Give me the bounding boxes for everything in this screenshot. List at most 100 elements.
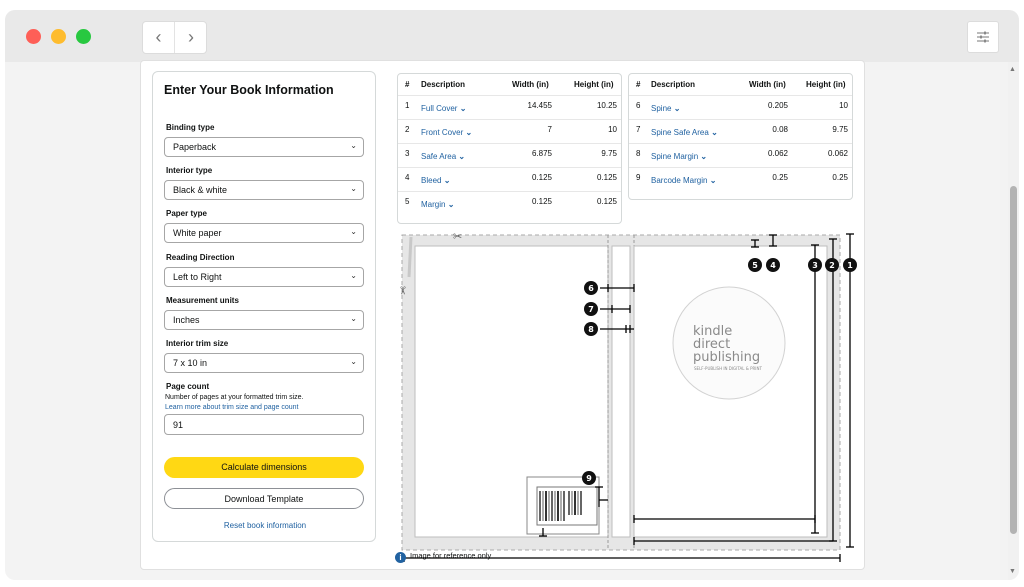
binding-type-value: Paperback — [173, 142, 217, 152]
row-number: 2 — [405, 125, 410, 134]
col-number-header: # — [405, 80, 410, 89]
form-title: Enter Your Book Information — [164, 83, 334, 97]
forward-button[interactable]: › — [175, 22, 207, 53]
row-width: 7 — [547, 125, 552, 134]
chevron-down-icon: ⌄ — [458, 152, 466, 161]
row-height: 10 — [839, 101, 848, 110]
paper-type-label: Paper type — [166, 209, 207, 218]
page-count-label: Page count — [166, 382, 210, 391]
scrollbar-thumb[interactable] — [1010, 186, 1017, 534]
paper-type-select[interactable]: White paper ⌄ — [164, 223, 364, 243]
row-description: Safe Area — [421, 152, 457, 161]
row-description: Spine Margin — [651, 152, 699, 161]
minimize-window-button[interactable] — [51, 29, 66, 44]
row-description: Barcode Margin — [651, 176, 708, 185]
back-button[interactable]: ‹ — [143, 22, 175, 53]
logo-line-3: publishing — [693, 350, 760, 365]
table-row: 8 Spine Margin ⌄ 0.062 0.062 — [629, 143, 852, 167]
binding-type-select[interactable]: Paperback ⌄ — [164, 137, 364, 157]
col-number-header: # — [636, 80, 641, 89]
chevron-down-icon: ⌄ — [700, 152, 708, 161]
marker-4-label: 4 — [770, 261, 776, 270]
chevron-down-icon: ⌄ — [443, 176, 451, 185]
reset-book-info-link[interactable]: Reset book information — [153, 521, 377, 530]
row-description-dropdown[interactable]: Margin ⌄ — [421, 200, 454, 209]
row-description-dropdown[interactable]: Spine Safe Area ⌄ — [651, 128, 718, 137]
row-height: 9.75 — [601, 149, 617, 158]
binding-type-label: Binding type — [166, 123, 215, 132]
row-width: 6.875 — [531, 149, 552, 158]
row-description-dropdown[interactable]: Spine Margin ⌄ — [651, 152, 707, 161]
col-width-header: Width (in) — [749, 80, 786, 89]
chevron-down-icon: ⌄ — [350, 227, 357, 236]
marker-5-label: 5 — [752, 261, 758, 270]
row-description-dropdown[interactable]: Safe Area ⌄ — [421, 152, 465, 161]
row-number: 1 — [405, 101, 410, 110]
row-number: 6 — [636, 101, 641, 110]
close-window-button[interactable] — [26, 29, 41, 44]
measurement-units-label: Measurement units — [166, 296, 239, 305]
trim-size-label: Interior trim size — [166, 339, 229, 348]
table-row: 3 Safe Area ⌄ 6.875 9.75 — [398, 143, 621, 167]
row-number: 9 — [636, 173, 641, 182]
reading-direction-label: Reading Direction — [166, 253, 235, 262]
row-height: 0.25 — [832, 173, 848, 182]
chevron-down-icon: ⌄ — [709, 176, 717, 185]
measurement-units-value: Inches — [173, 315, 200, 325]
table-row: 1 Full Cover ⌄ 14.455 10.25 — [398, 95, 621, 119]
table-row: 7 Spine Safe Area ⌄ 0.08 9.75 — [629, 119, 852, 143]
measurement-units-select[interactable]: Inches ⌄ — [164, 310, 364, 330]
chevron-down-icon: ⌄ — [465, 128, 473, 137]
scissors-icon: ✂ — [453, 230, 462, 243]
vertical-scrollbar[interactable]: ▲ ▼ — [1008, 62, 1019, 580]
trim-size-select[interactable]: 7 x 10 in ⌄ — [164, 353, 364, 373]
scroll-up-arrow-icon[interactable]: ▲ — [1009, 66, 1016, 73]
calculate-dimensions-button[interactable]: Calculate dimensions — [164, 457, 364, 478]
settings-button[interactable] — [967, 21, 999, 53]
info-icon: i — [395, 552, 406, 563]
row-height: 10 — [608, 125, 617, 134]
chevron-down-icon: ⌄ — [350, 141, 357, 150]
page-count-input[interactable]: 91 — [164, 414, 364, 435]
page-count-hint: Number of pages at your formatted trim s… — [165, 394, 304, 401]
kdp-logo: kindle direct publishing SELF-PUBLISH IN… — [672, 286, 786, 400]
col-width-header: Width (in) — [512, 80, 549, 89]
marker-2-label: 2 — [829, 261, 835, 270]
row-width: 0.205 — [767, 101, 788, 110]
row-description-dropdown[interactable]: Spine ⌄ — [651, 104, 680, 113]
interior-type-select[interactable]: Black & white ⌄ — [164, 180, 364, 200]
row-width: 0.08 — [772, 125, 788, 134]
download-template-button[interactable]: Download Template — [164, 488, 364, 509]
row-description-dropdown[interactable]: Bleed ⌄ — [421, 176, 450, 185]
row-description-dropdown[interactable]: Front Cover ⌄ — [421, 128, 472, 137]
paper-type-value: White paper — [173, 228, 222, 238]
scroll-down-arrow-icon[interactable]: ▼ — [1009, 568, 1016, 575]
table-row: 2 Front Cover ⌄ 7 10 — [398, 119, 621, 143]
chevron-down-icon: ⌄ — [459, 104, 467, 113]
scissors-icon: ✂ — [397, 286, 409, 295]
trim-size-help-link[interactable]: Learn more about trim size and page coun… — [165, 404, 298, 411]
row-description-dropdown[interactable]: Barcode Margin ⌄ — [651, 176, 716, 185]
row-description-dropdown[interactable]: Full Cover ⌄ — [421, 104, 466, 113]
maximize-window-button[interactable] — [76, 29, 91, 44]
cover-template-diagram: ✂ ✂ kindle direct publishing SELF-PUBLIS… — [397, 230, 857, 562]
dimensions-table-right: # Description Width (in) Height (in) 6 S… — [628, 73, 853, 200]
row-description: Spine Safe Area — [651, 128, 709, 137]
interior-type-label: Interior type — [166, 166, 213, 175]
cut-guide — [407, 236, 413, 278]
row-width: 0.25 — [772, 173, 788, 182]
title-bar: ‹ › — [5, 10, 1019, 62]
chevron-down-icon: ⌄ — [673, 104, 681, 113]
row-number: 3 — [405, 149, 410, 158]
spine-area — [611, 245, 631, 538]
col-description-header: Description — [421, 80, 466, 89]
chevron-down-icon: ⌄ — [350, 314, 357, 323]
chevron-down-icon: ⌄ — [350, 271, 357, 280]
row-number: 7 — [636, 125, 641, 134]
table-row: 6 Spine ⌄ 0.205 10 — [629, 95, 852, 119]
reading-direction-select[interactable]: Left to Right ⌄ — [164, 267, 364, 287]
marker-6-label: 6 — [588, 284, 594, 293]
row-description: Front Cover — [421, 128, 464, 137]
marker-7-label: 7 — [588, 305, 594, 314]
row-height: 9.75 — [832, 125, 848, 134]
